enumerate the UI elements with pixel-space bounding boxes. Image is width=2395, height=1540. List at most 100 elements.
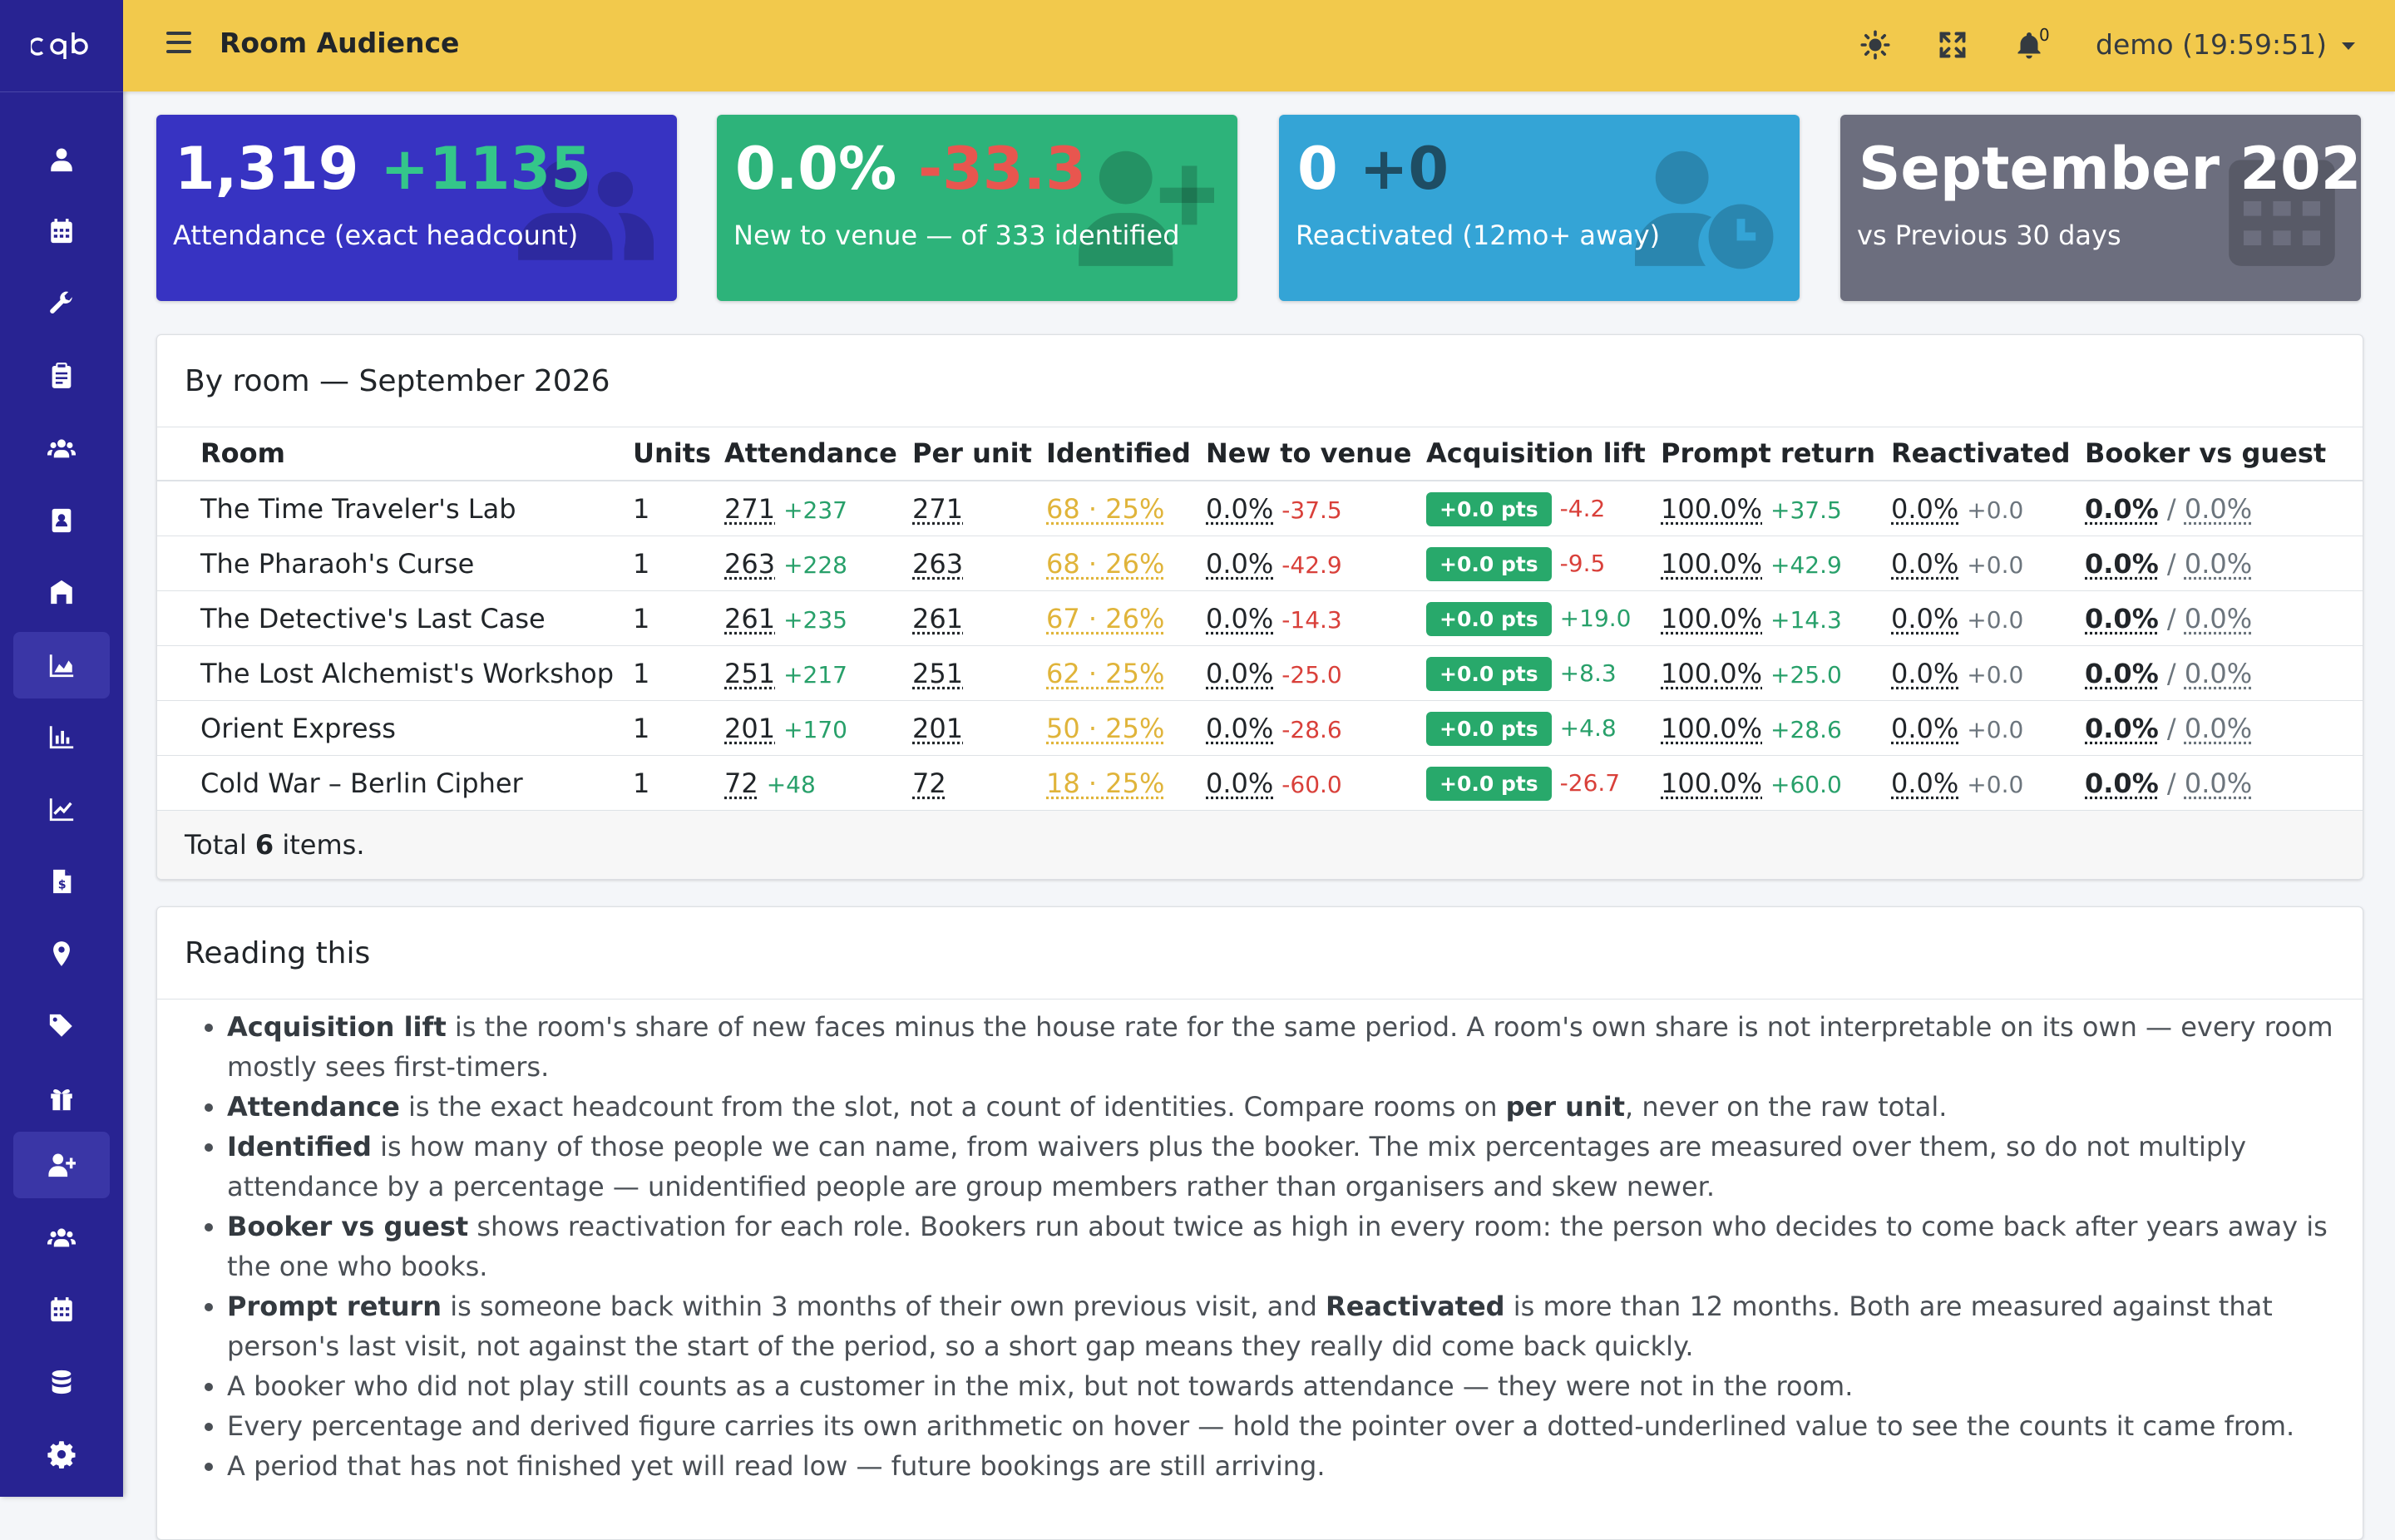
sidebar-item-user-plus[interactable] xyxy=(13,1132,110,1198)
prompt-return-value[interactable]: 100.0% xyxy=(1661,658,1762,689)
reactivated-value[interactable]: 0.0% xyxy=(1891,658,1958,689)
attendance-value[interactable]: 72 xyxy=(724,768,758,799)
guest-value[interactable]: 0.0% xyxy=(2185,493,2252,525)
column-header[interactable]: Room xyxy=(200,427,633,481)
new-to-venue-value[interactable]: 0.0% xyxy=(1206,768,1273,799)
sidebar-item-gear[interactable] xyxy=(13,1421,110,1488)
reactivated-value[interactable]: 0.0% xyxy=(1891,493,1958,525)
sidebar-item-tags[interactable] xyxy=(13,993,110,1059)
sidebar-item-area-chart[interactable] xyxy=(13,632,110,698)
per-unit-value[interactable]: 201 xyxy=(912,713,963,744)
new-to-venue-value[interactable]: 0.0% xyxy=(1206,603,1273,634)
guest-value[interactable]: 0.0% xyxy=(2185,768,2252,799)
new-to-venue-value[interactable]: 0.0% xyxy=(1206,548,1273,580)
guest-value[interactable]: 0.0% xyxy=(2185,713,2252,744)
sidebar-item-user[interactable] xyxy=(13,126,110,193)
acquisition-lift-badge[interactable]: +0.0 pts xyxy=(1426,546,1552,581)
rooms-table: Room Units Attendance Per unit Identifie… xyxy=(157,427,2363,811)
stat-label: New to venue — of 333 identified xyxy=(733,220,1180,251)
sidebar-item-users[interactable] xyxy=(13,1204,110,1271)
new-to-venue-value[interactable]: 0.0% xyxy=(1206,713,1273,744)
identified-value[interactable]: 67 · 26% xyxy=(1046,603,1164,634)
identified-value[interactable]: 50 · 25% xyxy=(1046,713,1164,744)
prompt-return-value[interactable]: 100.0% xyxy=(1661,548,1762,580)
prompt-return-value[interactable]: 100.0% xyxy=(1661,603,1762,634)
booker-value[interactable]: 0.0% xyxy=(2085,658,2159,689)
attendance-value[interactable]: 261 xyxy=(724,603,775,634)
sidebar-item-contact-book[interactable] xyxy=(13,487,110,554)
per-unit-value[interactable]: 261 xyxy=(912,603,963,634)
identified-value[interactable]: 68 · 25% xyxy=(1046,493,1164,525)
guest-value[interactable]: 0.0% xyxy=(2185,658,2252,689)
per-unit-value[interactable]: 263 xyxy=(912,548,963,580)
theme-toggle-icon[interactable] xyxy=(1860,30,1890,60)
column-header[interactable]: Attendance xyxy=(724,427,912,481)
sidebar-item-door[interactable] xyxy=(13,559,110,625)
page-title: Room Audience xyxy=(220,27,460,59)
prompt-return-value[interactable]: 100.0% xyxy=(1661,713,1762,744)
column-header[interactable]: Prompt return xyxy=(1661,427,1891,481)
guest-value[interactable]: 0.0% xyxy=(2185,603,2252,634)
new-to-venue-delta: -42.9 xyxy=(1281,550,1342,579)
sidebar-item-users[interactable] xyxy=(13,415,110,481)
attendance-value[interactable]: 271 xyxy=(724,493,775,525)
description: A booker who did not play still counts a… xyxy=(227,1370,1854,1402)
identified-value[interactable]: 18 · 25% xyxy=(1046,768,1164,799)
column-header[interactable]: Identified xyxy=(1046,427,1206,481)
separator: / xyxy=(2158,657,2185,689)
sidebar-item-line-chart[interactable] xyxy=(13,776,110,842)
booker-value[interactable]: 0.0% xyxy=(2085,548,2159,580)
acquisition-lift-badge[interactable]: +0.0 pts xyxy=(1426,491,1552,526)
column-header[interactable]: Acquisition lift xyxy=(1426,427,1661,481)
sidebar-item-gift[interactable] xyxy=(13,1065,110,1132)
attendance-value[interactable]: 263 xyxy=(724,548,775,580)
acquisition-lift-badge[interactable]: +0.0 pts xyxy=(1426,766,1552,801)
separator: / xyxy=(2158,547,2185,580)
sidebar-item-clipboard[interactable] xyxy=(13,343,110,409)
column-header[interactable]: Booker vs guest xyxy=(2085,427,2363,481)
prompt-return-value[interactable]: 100.0% xyxy=(1661,768,1762,799)
sidebar-item-calendar[interactable] xyxy=(13,198,110,264)
sidebar-item-bar-chart[interactable] xyxy=(13,703,110,770)
fullscreen-icon[interactable] xyxy=(1938,30,1968,60)
hamburger-menu-icon[interactable] xyxy=(166,32,191,57)
booker-value[interactable]: 0.0% xyxy=(2085,768,2159,799)
user-menu[interactable]: demo (19:59:51) xyxy=(2096,28,2356,61)
stat-value: 0 xyxy=(1297,135,1338,203)
booker-value[interactable]: 0.0% xyxy=(2085,603,2159,634)
acquisition-lift-badge[interactable]: +0.0 pts xyxy=(1426,711,1552,746)
sidebar-item-calendar[interactable] xyxy=(13,1276,110,1343)
list-item: Identified is how many of those people w… xyxy=(227,1127,2339,1207)
per-unit-value[interactable]: 251 xyxy=(912,658,963,689)
column-header[interactable]: Units xyxy=(633,427,724,481)
column-header[interactable]: Reactivated xyxy=(1891,427,2085,481)
booker-value[interactable]: 0.0% xyxy=(2085,713,2159,744)
per-unit-value[interactable]: 72 xyxy=(912,768,946,799)
new-to-venue-delta: -37.5 xyxy=(1281,496,1342,524)
notification-count: 0 xyxy=(2039,25,2050,45)
identified-value[interactable]: 68 · 26% xyxy=(1046,548,1164,580)
sidebar-item-map-pin[interactable] xyxy=(13,921,110,987)
new-to-venue-value[interactable]: 0.0% xyxy=(1206,658,1273,689)
per-unit-value[interactable]: 271 xyxy=(912,493,963,525)
prompt-return-value[interactable]: 100.0% xyxy=(1661,493,1762,525)
sidebar-item-wrench[interactable] xyxy=(13,270,110,337)
reactivated-value[interactable]: 0.0% xyxy=(1891,548,1958,580)
reactivated-value[interactable]: 0.0% xyxy=(1891,768,1958,799)
new-to-venue-value[interactable]: 0.0% xyxy=(1206,493,1273,525)
identified-value[interactable]: 62 · 25% xyxy=(1046,658,1164,689)
list-item: Prompt return is someone back within 3 m… xyxy=(227,1286,2339,1366)
guest-value[interactable]: 0.0% xyxy=(2185,548,2252,580)
attendance-value[interactable]: 201 xyxy=(724,713,775,744)
sidebar-item-invoice[interactable]: $ xyxy=(13,848,110,915)
acquisition-lift-badge[interactable]: +0.0 pts xyxy=(1426,601,1552,636)
reactivated-value[interactable]: 0.0% xyxy=(1891,603,1958,634)
acquisition-lift-badge[interactable]: +0.0 pts xyxy=(1426,656,1552,691)
column-header[interactable]: New to venue xyxy=(1206,427,1426,481)
booker-value[interactable]: 0.0% xyxy=(2085,493,2159,525)
reactivated-value[interactable]: 0.0% xyxy=(1891,713,1958,744)
sidebar-item-database[interactable] xyxy=(13,1349,110,1415)
brand-logo[interactable] xyxy=(0,0,123,92)
attendance-value[interactable]: 251 xyxy=(724,658,775,689)
column-header[interactable]: Per unit xyxy=(912,427,1046,481)
